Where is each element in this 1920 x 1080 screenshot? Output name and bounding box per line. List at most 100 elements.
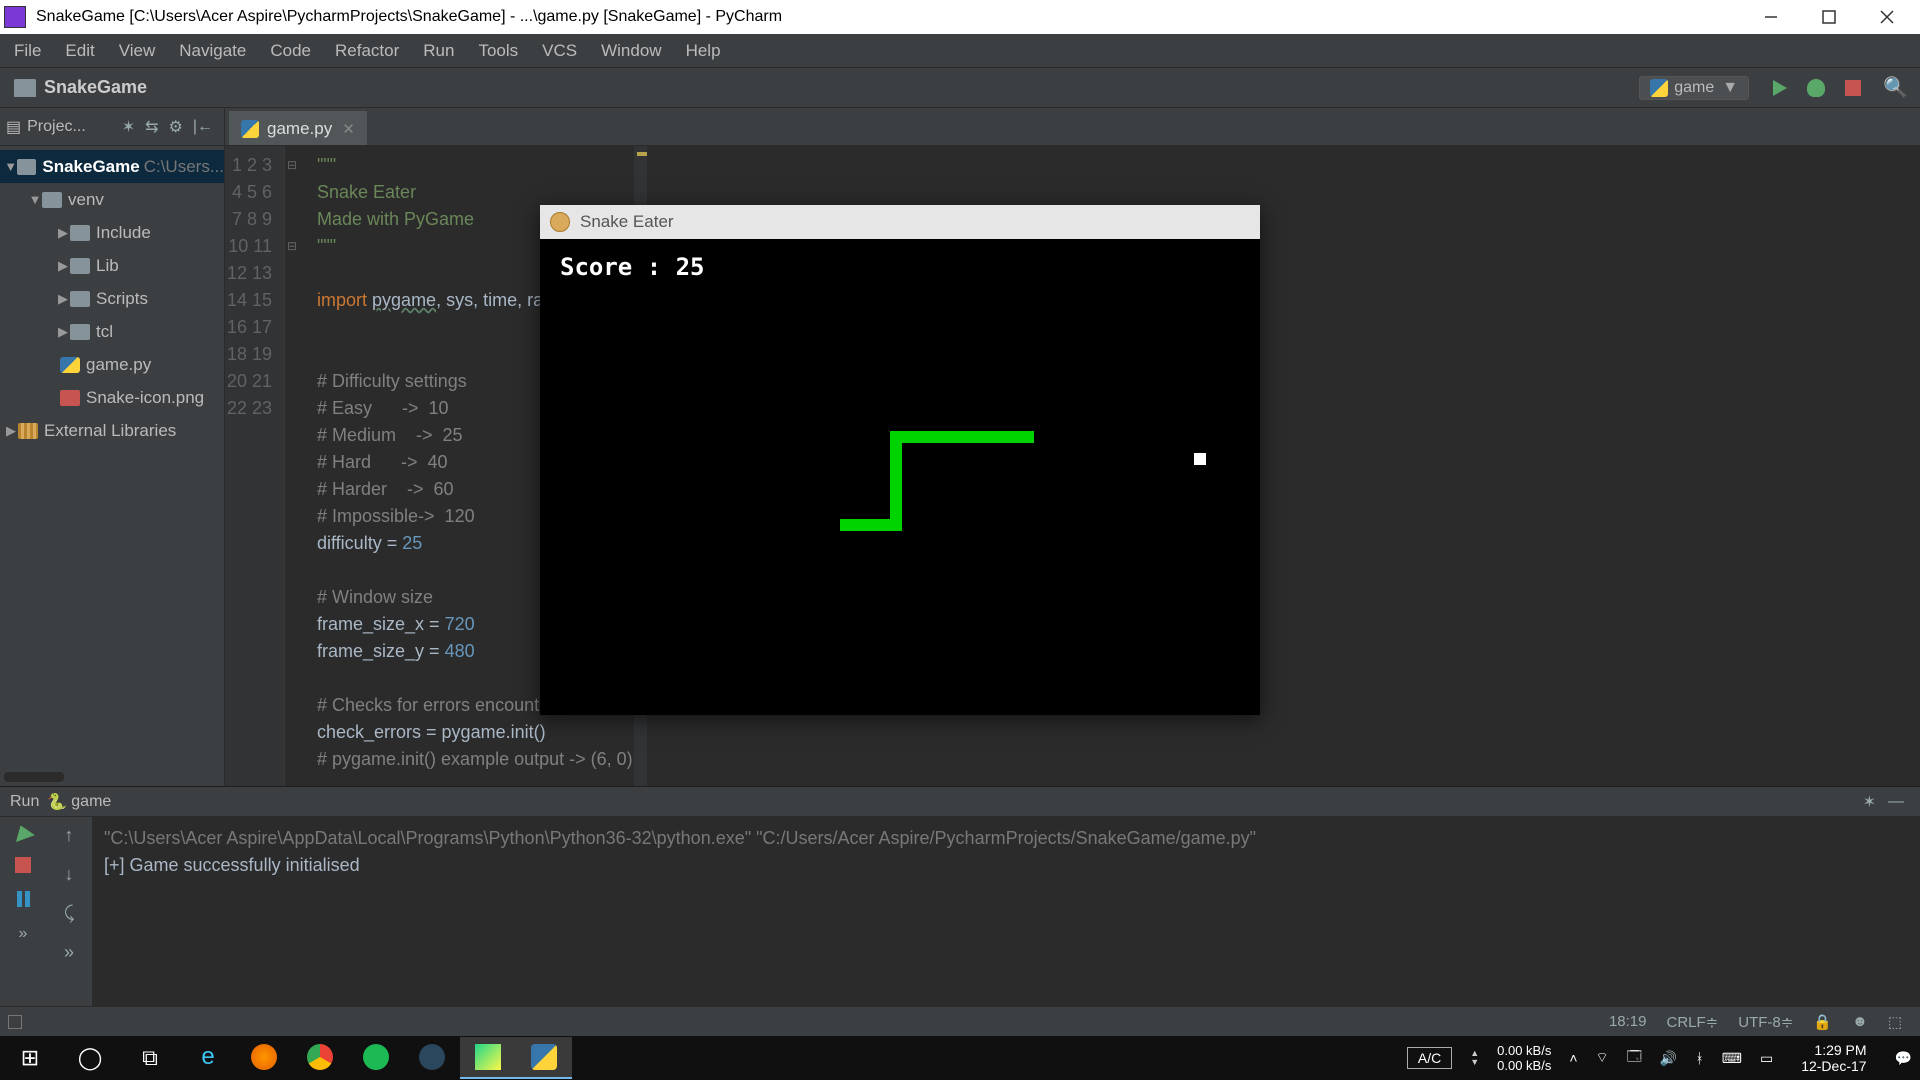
rerun-button[interactable] <box>11 822 35 842</box>
start-button[interactable]: ⊞ <box>0 1036 60 1080</box>
breadcrumb-root[interactable]: SnakeGame <box>44 77 147 98</box>
stop-button[interactable] <box>1845 80 1861 96</box>
more-icon[interactable]: » <box>19 925 28 943</box>
tree-external-libraries[interactable]: ▶ External Libraries <box>0 414 224 447</box>
tree-tcl[interactable]: ▶ tcl <box>0 315 224 348</box>
gear-icon[interactable]: ✶ <box>1863 792 1876 812</box>
settings-gear-icon[interactable]: ⚙ <box>169 117 183 137</box>
wrap-icon[interactable]: ⤹ <box>64 903 75 924</box>
menu-run[interactable]: Run <box>411 41 466 61</box>
system-tray: A/C ▲▼ 0.00 kB/s0.00 kB/s ˄ ⌔ 🗔 🔊 ᚼ ⌨ ▭ … <box>1399 1042 1920 1074</box>
inspector-icon[interactable]: ☻ <box>1852 1013 1868 1030</box>
tree-project-root[interactable]: ▼ SnakeGame C:\Users... <box>0 150 224 183</box>
lock-icon[interactable]: 🔒 <box>1813 1013 1832 1031</box>
net-speed: 0.00 kB/s0.00 kB/s <box>1497 1043 1551 1073</box>
chevron-down-icon[interactable]: ▼ <box>4 159 17 174</box>
minimize-button[interactable] <box>1742 0 1800 34</box>
collapse-all-icon[interactable]: ✶ <box>122 117 135 137</box>
taskbar-chrome[interactable] <box>292 1037 348 1079</box>
menu-window[interactable]: Window <box>589 41 673 61</box>
task-view-button[interactable]: ⧉ <box>120 1036 180 1080</box>
folder-icon <box>17 159 36 175</box>
folder-icon <box>70 225 90 241</box>
menu-edit[interactable]: Edit <box>53 41 106 61</box>
tray-expand-icon[interactable]: ˄ <box>1569 1050 1577 1066</box>
taskbar-spotify[interactable] <box>348 1037 404 1079</box>
close-tab-icon[interactable]: ✕ <box>342 120 355 138</box>
tree-file-snakeicon[interactable]: Snake-icon.png <box>0 381 224 414</box>
pygame-title: Snake Eater <box>580 212 674 232</box>
window-titlebar: SnakeGame [C:\Users\Acer Aspire\PycharmP… <box>0 0 1920 34</box>
pygame-app-icon <box>550 212 570 232</box>
taskbar-python[interactable] <box>516 1037 572 1079</box>
tree-include[interactable]: ▶ Include <box>0 216 224 249</box>
status-encoding[interactable]: UTF-8≑ <box>1738 1013 1793 1031</box>
chevron-right-icon[interactable]: ▶ <box>56 324 70 340</box>
notifications-icon[interactable]: 💬 <box>1895 1050 1912 1067</box>
hide-icon[interactable]: — <box>1888 793 1904 811</box>
chevron-down-icon[interactable]: ▼ <box>28 192 42 207</box>
taskbar-pycharm[interactable] <box>460 1037 516 1079</box>
python-icon <box>241 120 259 138</box>
location-icon[interactable]: ▭ <box>1760 1050 1773 1067</box>
chevron-right-icon[interactable]: ▶ <box>56 291 70 307</box>
menu-refactor[interactable]: Refactor <box>323 41 411 61</box>
bluetooth-icon[interactable]: ᚼ <box>1695 1050 1703 1066</box>
hide-tool-icon[interactable]: |← <box>193 118 213 136</box>
pycharm-app-icon <box>4 6 26 28</box>
pause-button[interactable] <box>17 891 30 907</box>
keyboard-icon[interactable]: ⌨ <box>1722 1050 1742 1067</box>
close-button[interactable] <box>1858 0 1916 34</box>
tree-venv[interactable]: ▼ venv <box>0 183 224 216</box>
chevron-right-icon[interactable]: ▶ <box>56 225 70 241</box>
menu-help[interactable]: Help <box>674 41 733 61</box>
debug-button[interactable] <box>1807 79 1825 97</box>
volume-icon[interactable]: 🔊 <box>1660 1050 1677 1067</box>
menu-file[interactable]: File <box>6 41 53 61</box>
snake-body <box>890 431 902 531</box>
ac-indicator[interactable]: A/C <box>1407 1047 1452 1069</box>
pygame-window[interactable]: Snake Eater Score : 25 <box>540 205 1260 715</box>
tool-windows-icon[interactable] <box>8 1015 22 1029</box>
console-output[interactable]: "C:\Users\Acer Aspire\AppData\Local\Prog… <box>92 817 1920 1006</box>
project-tree[interactable]: ▼ SnakeGame C:\Users... ▼ venv ▶ Include… <box>0 146 224 768</box>
wifi-icon[interactable]: ⌔ <box>1596 1049 1609 1067</box>
maximize-button[interactable] <box>1800 0 1858 34</box>
up-arrow-icon[interactable]: ↑ <box>65 825 74 846</box>
run-configuration-selector[interactable]: game ▼ <box>1639 76 1749 100</box>
project-view-icon[interactable]: ▤ <box>6 117 21 137</box>
taskbar-edge[interactable]: e <box>180 1037 236 1079</box>
menu-tools[interactable]: Tools <box>466 41 530 61</box>
fold-gutter[interactable]: ⊟⊟ <box>285 152 299 260</box>
menu-vcs[interactable]: VCS <box>530 41 589 61</box>
scroll-to-source-icon[interactable]: ⇆ <box>145 117 158 137</box>
search-everywhere-icon[interactable]: 🔍 <box>1883 75 1908 100</box>
chevron-right-icon[interactable]: ▶ <box>4 423 18 439</box>
chevron-right-icon[interactable]: ▶ <box>56 258 70 274</box>
more-icon[interactable]: » <box>64 942 74 963</box>
run-button[interactable] <box>1773 80 1787 96</box>
tree-scripts[interactable]: ▶ Scripts <box>0 282 224 315</box>
taskbar-clock[interactable]: 1:29 PM 12-Dec-17 <box>1791 1042 1876 1074</box>
stop-process-button[interactable] <box>15 857 31 873</box>
tree-file-game[interactable]: game.py <box>0 348 224 381</box>
taskbar-steam[interactable] <box>404 1037 460 1079</box>
game-surface[interactable]: Score : 25 <box>540 239 1260 715</box>
status-line-sep[interactable]: CRLF≑ <box>1667 1013 1719 1031</box>
tab-game-py[interactable]: game.py ✕ <box>229 111 367 145</box>
menu-view[interactable]: View <box>107 41 168 61</box>
pygame-titlebar[interactable]: Snake Eater <box>540 205 1260 239</box>
menu-code[interactable]: Code <box>258 41 323 61</box>
cortana-button[interactable]: ◯ <box>60 1036 120 1080</box>
windows-taskbar: ⊞ ◯ ⧉ e A/C ▲▼ 0.00 kB/s0.00 kB/s ˄ ⌔ 🗔 … <box>0 1036 1920 1080</box>
memory-icon[interactable]: ⬚ <box>1888 1013 1902 1031</box>
battery-icon[interactable]: 🗔 <box>1627 1046 1642 1070</box>
run-target-name[interactable]: game <box>71 793 111 811</box>
menu-navigate[interactable]: Navigate <box>167 41 258 61</box>
down-arrow-icon[interactable]: ↓ <box>65 864 74 885</box>
horizontal-scrollbar[interactable] <box>4 772 64 782</box>
project-tool-label[interactable]: Projec... <box>27 118 86 136</box>
snake-food <box>1194 453 1206 465</box>
taskbar-firefox[interactable] <box>236 1037 292 1079</box>
tree-lib[interactable]: ▶ Lib <box>0 249 224 282</box>
